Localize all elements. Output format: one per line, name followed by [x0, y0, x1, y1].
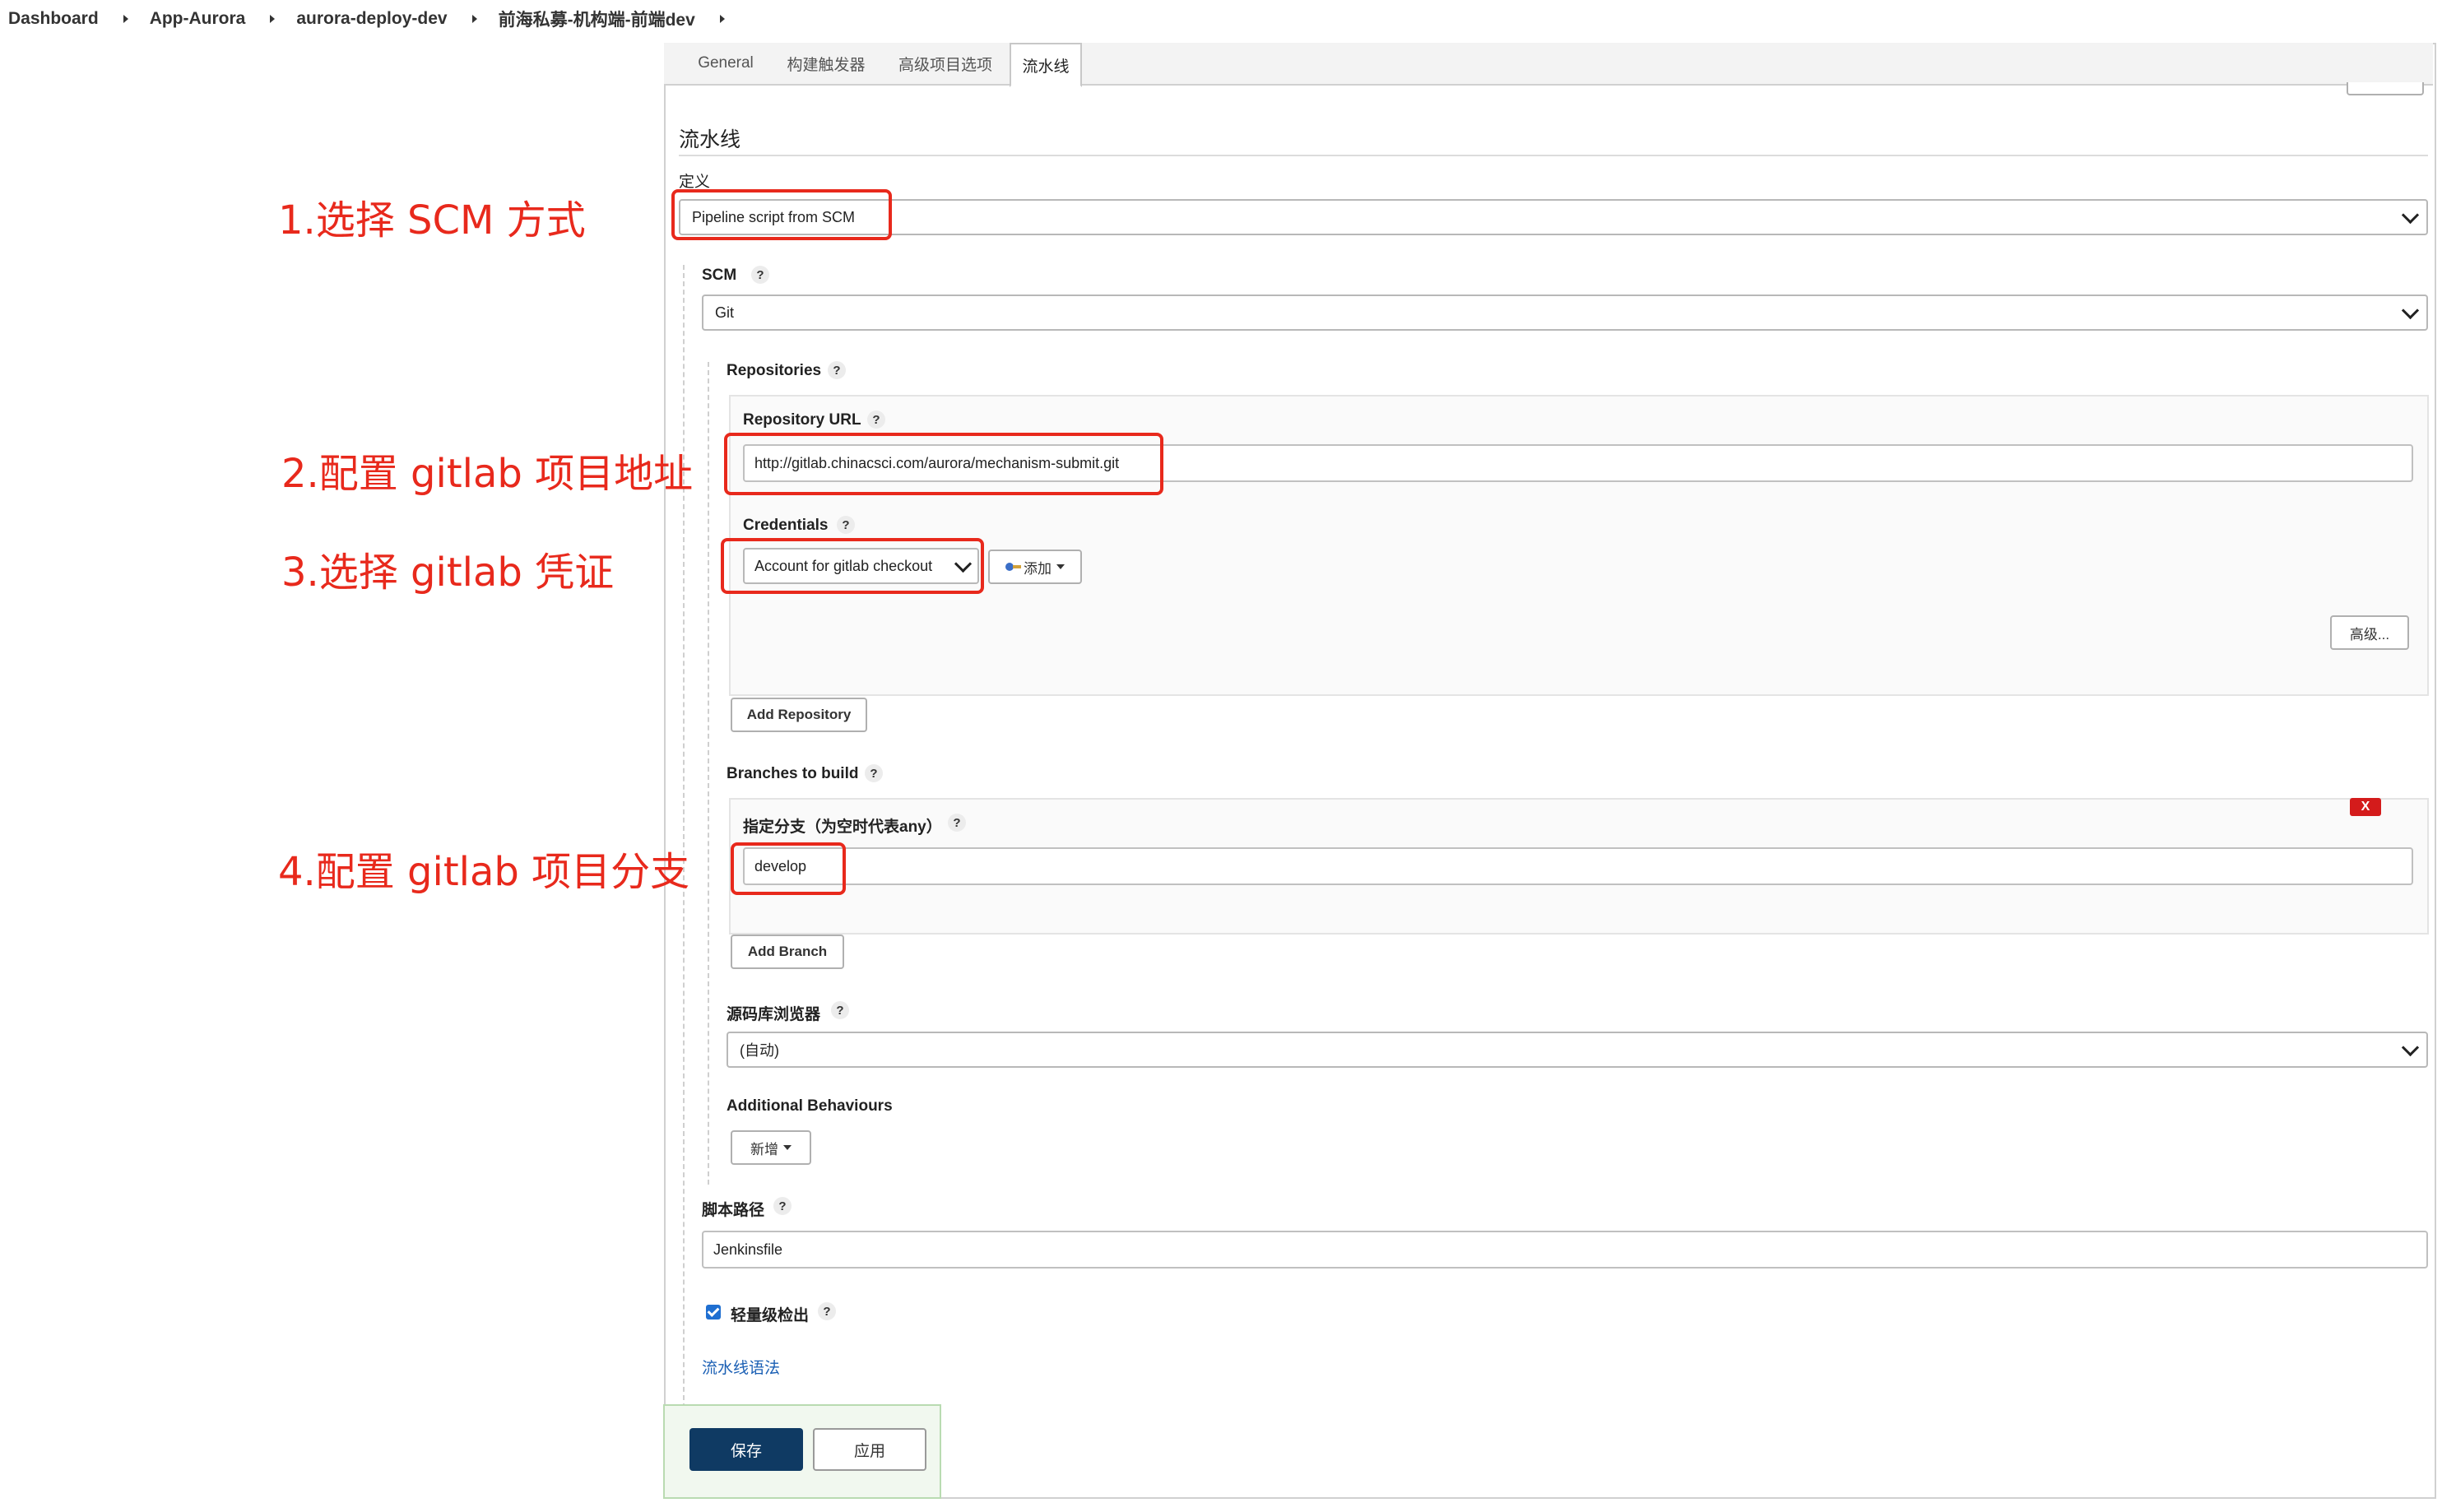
branch-specifier-value: develop	[754, 857, 807, 874]
chevron-right-icon	[123, 15, 128, 23]
apply-button[interactable]: 应用	[813, 1428, 926, 1471]
help-icon[interactable]: ?	[867, 410, 885, 429]
help-icon[interactable]: ?	[865, 764, 883, 782]
key-icon	[1005, 563, 1021, 571]
definition-value: Pipeline script from SCM	[692, 208, 856, 225]
repository-box	[729, 395, 2429, 696]
chevron-down-icon	[2401, 1038, 2420, 1057]
chevron-down-icon	[954, 554, 973, 573]
repository-url-value: http://gitlab.chinacsci.com/aurora/mecha…	[754, 454, 1120, 471]
add-credentials-label: 添加	[1024, 560, 1052, 577]
divider	[679, 155, 2428, 156]
repository-url-input[interactable]: http://gitlab.chinacsci.com/aurora/mecha…	[743, 444, 2413, 482]
scm-value: Git	[715, 304, 735, 321]
add-branch-button[interactable]: Add Branch	[731, 935, 844, 969]
tab-general[interactable]: General	[680, 43, 771, 84]
breadcrumb: Dashboard App-Aurora aurora-deploy-dev 前…	[8, 0, 746, 38]
tab-advanced-options[interactable]: 高级项目选项	[883, 43, 1008, 84]
breadcrumb-job[interactable]: 前海私募-机构端-前端dev	[499, 7, 695, 31]
breadcrumb-dashboard[interactable]: Dashboard	[8, 9, 99, 29]
lightweight-checkout-label: 轻量级检出	[731, 1307, 810, 1324]
add-behaviour-label: 新增	[750, 1141, 778, 1157]
branch-specifier-input[interactable]: develop	[743, 847, 2413, 885]
script-path-value: Jenkinsfile	[713, 1241, 783, 1258]
config-panel	[664, 43, 2436, 1499]
add-credentials-button[interactable]: 添加	[988, 550, 1082, 584]
additional-behaviours-label: Additional Behaviours	[727, 1097, 893, 1115]
pipeline-syntax-link[interactable]: 流水线语法	[702, 1356, 780, 1378]
help-icon[interactable]: ?	[773, 1197, 792, 1215]
collapsed-button[interactable]	[2347, 82, 2424, 95]
annotation-step-4: 4.配置 gitlab 项目分支	[278, 849, 690, 895]
script-path-input[interactable]: Jenkinsfile	[702, 1231, 2428, 1269]
remove-branch-button[interactable]: X	[2350, 798, 2381, 816]
repositories-indent-guide	[708, 362, 709, 1185]
advanced-button[interactable]: 高级...	[2330, 615, 2409, 650]
credentials-select[interactable]: Account for gitlab checkout	[743, 548, 979, 584]
save-button[interactable]: 保存	[689, 1428, 803, 1471]
section-title: 流水线	[679, 128, 741, 151]
branches-label: Branches to build	[727, 765, 859, 782]
chevron-down-icon	[2401, 301, 2420, 320]
annotation-step-3: 3.选择 gitlab 凭证	[281, 550, 615, 596]
script-path-label: 脚本路径	[702, 1202, 765, 1219]
breadcrumb-app-aurora[interactable]: App-Aurora	[150, 9, 246, 29]
repository-browser-label: 源码库浏览器	[727, 1006, 821, 1023]
definition-select[interactable]: Pipeline script from SCM	[679, 199, 2428, 235]
credentials-label: Credentials	[743, 517, 829, 534]
add-behaviour-button[interactable]: 新增	[731, 1130, 811, 1165]
help-icon[interactable]: ?	[818, 1302, 836, 1320]
repository-url-label: Repository URL	[743, 411, 861, 429]
help-icon[interactable]: ?	[837, 516, 855, 534]
credentials-value: Account for gitlab checkout	[754, 557, 933, 574]
help-icon[interactable]: ?	[751, 266, 769, 284]
tab-build-triggers[interactable]: 构建触发器	[778, 43, 875, 84]
chevron-right-icon	[270, 15, 276, 23]
caret-down-icon	[783, 1145, 792, 1150]
annotation-step-2: 2.配置 gitlab 项目地址	[281, 451, 694, 497]
annotation-step-1: 1.选择 SCM 方式	[278, 197, 586, 243]
help-icon[interactable]: ?	[948, 814, 966, 832]
breadcrumb-aurora-deploy-dev[interactable]: aurora-deploy-dev	[296, 9, 447, 29]
add-repository-button[interactable]: Add Repository	[731, 698, 867, 732]
repository-browser-select[interactable]: (自动)	[727, 1032, 2428, 1068]
repositories-label: Repositories	[727, 362, 822, 379]
repository-browser-value: (自动)	[740, 1042, 779, 1059]
lightweight-checkout-checkbox[interactable]	[706, 1305, 721, 1320]
scm-label: SCM	[702, 267, 737, 284]
help-icon[interactable]: ?	[828, 361, 846, 379]
branch-specifier-label: 指定分支（为空时代表any）	[743, 819, 942, 836]
chevron-right-icon[interactable]	[719, 15, 725, 23]
caret-down-icon	[1056, 564, 1065, 569]
chevron-down-icon	[2401, 206, 2420, 225]
tab-bar: General 构建触发器 高级项目选项 流水线	[664, 43, 2433, 87]
help-icon[interactable]: ?	[831, 1001, 849, 1019]
scm-select[interactable]: Git	[702, 295, 2428, 331]
chevron-right-icon	[471, 15, 477, 23]
definition-label: 定义	[679, 174, 711, 191]
tab-pipeline[interactable]: 流水线	[1010, 43, 1082, 87]
